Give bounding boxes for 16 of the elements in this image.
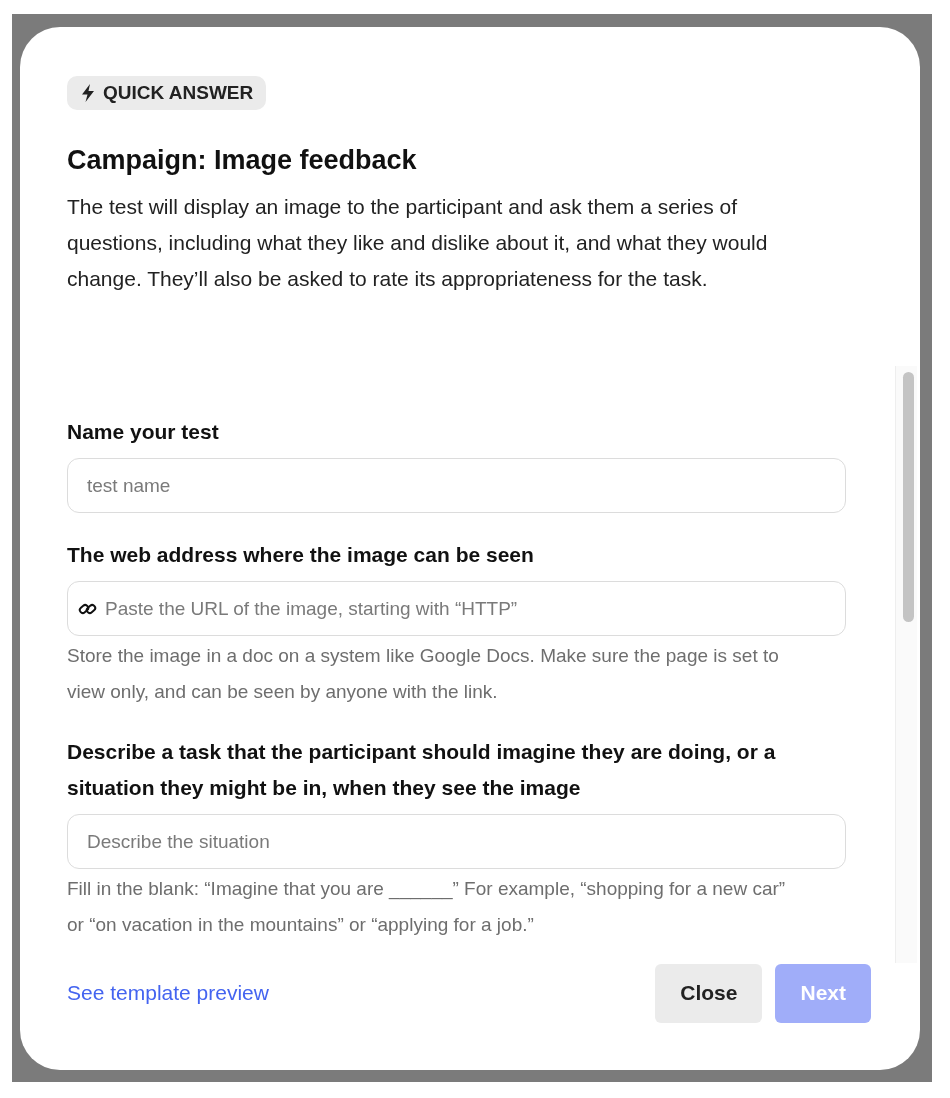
text-field[interactable]: Describe the situation <box>67 814 846 869</box>
scrollbar-thumb[interactable] <box>903 372 914 622</box>
field-label: Describe a task that the participant should imagine they are doing, or a situation they might be in, when they see the image <box>67 739 777 801</box>
close-button[interactable]: Close <box>655 963 763 1023</box>
description-text: The test will display an image to the participant and ask them a series of questions, including what they like and dislike about it, and what they would change. They’ll also be asked to rate its appropriateness for the task. <box>67 194 769 292</box>
help-text: Fill in the blank: “Imagine that you are ______” For example, “shopping for a new car” or “on vacation in the mountains” or “applying for a job.” <box>67 877 787 937</box>
template-preview-link[interactable]: See template preview <box>67 979 269 1007</box>
field-label: Name your test <box>67 419 220 445</box>
link-icon <box>78 601 97 617</box>
lightning-bolt-icon <box>81 84 95 102</box>
url-field[interactable]: Paste the URL of the image, starting with “HTTP” <box>67 581 846 636</box>
help-text: Store the image in a doc on a system like Google Docs. Make sure the page is set to view only, and can be seen by anyone with the link. <box>67 644 780 704</box>
dialog-title: Campaign: Image feedback <box>67 144 417 176</box>
field-label: The web address where the image can be seen <box>67 542 535 568</box>
text-field[interactable]: test name <box>67 458 846 513</box>
badge-label: QUICK ANSWER <box>103 81 254 105</box>
